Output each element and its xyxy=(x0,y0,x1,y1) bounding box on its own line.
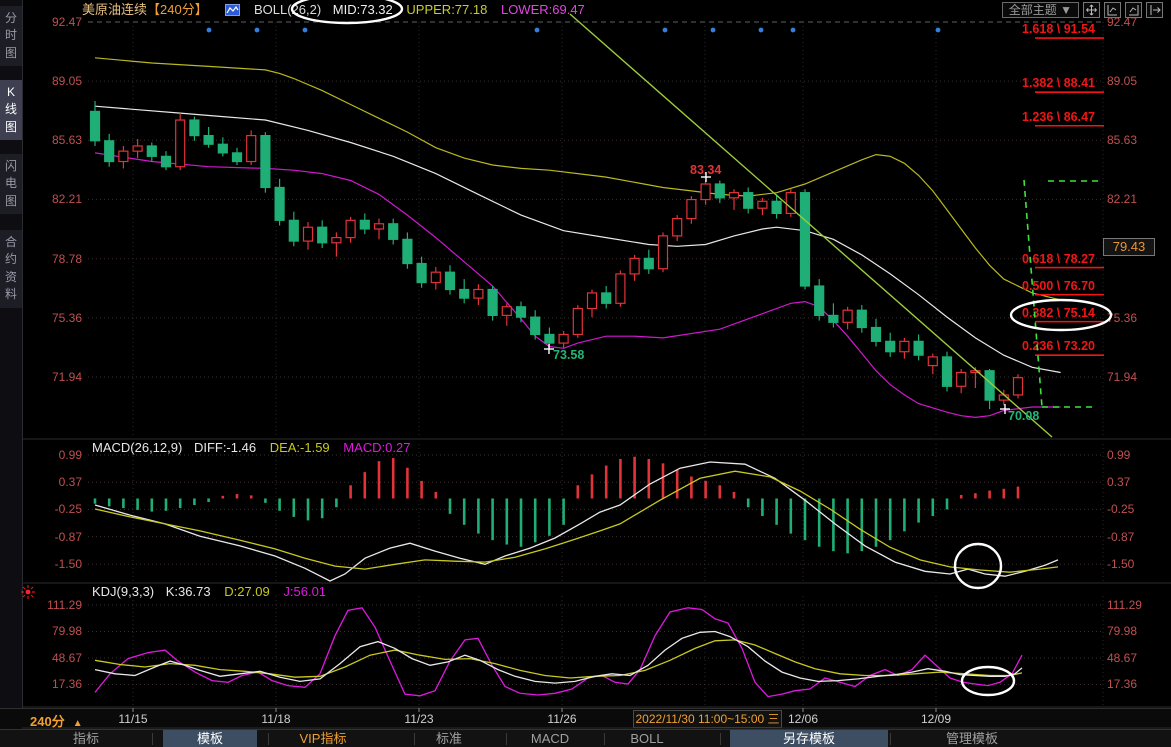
axis-right-icon[interactable] xyxy=(1125,2,1142,18)
kdj-label: KDJ(9,3,3) xyxy=(92,584,154,599)
trading-terminal: 分时图K线图闪电图合约资料 美原油连续【240分】 BOLL(26,2) MID… xyxy=(0,0,1171,747)
macd-macd-value: MACD:0.27 xyxy=(343,440,410,455)
pan-icon[interactable] xyxy=(1083,2,1100,18)
kdj-header: KDJ(9,3,3) K:36.73 D:27.09 J:56.01 xyxy=(92,584,326,599)
macd-header: MACD(26,12,9) DIFF:-1.46 DEA:-1.59 MACD:… xyxy=(92,440,411,455)
collapse-right-icon[interactable] xyxy=(1146,2,1163,18)
macd-dea-value: DEA:-1.59 xyxy=(270,440,330,455)
macd-label: MACD(26,12,9) xyxy=(92,440,182,455)
kdj-d-value: D:27.09 xyxy=(224,584,270,599)
kdj-k-value: K:36.73 xyxy=(166,584,211,599)
indicator-marker-icon[interactable] xyxy=(20,584,36,600)
macd-diff-value: DIFF:-1.46 xyxy=(194,440,256,455)
theme-select-button[interactable]: 全部主题 ▼ xyxy=(1002,2,1079,18)
candles-layer xyxy=(91,101,1023,409)
topbar-tools: 全部主题 ▼ xyxy=(1002,2,1163,18)
axis-left-icon[interactable] xyxy=(1104,2,1121,18)
chart-canvas[interactable] xyxy=(0,0,1171,747)
kdj-j-value: J:56.01 xyxy=(283,584,326,599)
